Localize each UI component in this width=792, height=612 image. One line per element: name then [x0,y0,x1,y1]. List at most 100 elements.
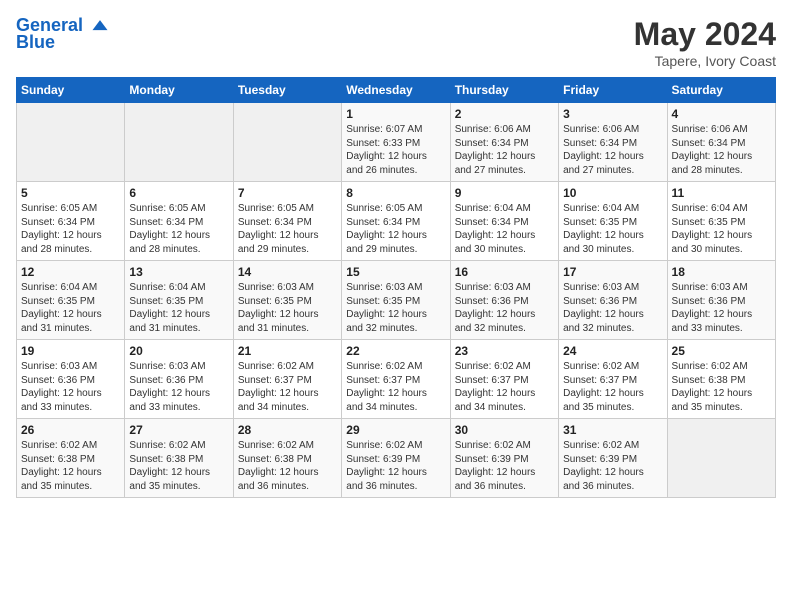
day-info: Sunrise: 6:03 AM Sunset: 6:36 PM Dayligh… [455,281,554,335]
day-number: 29 [346,423,445,437]
day-info: Sunrise: 6:05 AM Sunset: 6:34 PM Dayligh… [346,202,445,256]
day-info: Sunrise: 6:02 AM Sunset: 6:37 PM Dayligh… [563,360,662,414]
day-info: Sunrise: 6:07 AM Sunset: 6:33 PM Dayligh… [346,123,445,177]
day-info: Sunrise: 6:04 AM Sunset: 6:35 PM Dayligh… [129,281,228,335]
calendar-cell: 22 Sunrise: 6:02 AM Sunset: 6:37 PM Dayli… [342,340,450,419]
day-number: 30 [455,423,554,437]
calendar-week-4: 19 Sunrise: 6:03 AM Sunset: 6:36 PM Dayli… [17,340,776,419]
calendar-cell: 23Sunrise: 6:02 AM Sunset: 6:37 PM Dayli… [450,340,558,419]
day-number: 7 [238,186,337,200]
day-info: Sunrise: 6:02 AM Sunset: 6:37 PM Dayligh… [346,360,445,414]
day-number: 19 [21,344,120,358]
day-number: 2 [455,107,554,121]
calendar-cell: 31 Sunrise: 6:02 AM Sunset: 6:39 PM Dayli… [559,419,667,498]
day-info: Sunrise: 6:02 AM Sunset: 6:38 PM Dayligh… [672,360,771,414]
day-info: Sunrise: 6:06 AM Sunset: 6:34 PM Dayligh… [455,123,554,177]
day-number: 16 [455,265,554,279]
weekday-header-thursday: Thursday [450,78,558,103]
day-number: 22 [346,344,445,358]
day-info: Sunrise: 6:03 AM Sunset: 6:36 PM Dayligh… [21,360,120,414]
day-number: 8 [346,186,445,200]
day-number: 20 [129,344,228,358]
day-number: 11 [672,186,771,200]
title-block: May 2024 Tapere, Ivory Coast [634,16,776,69]
calendar-week-1: 1Sunrise: 6:07 AM Sunset: 6:33 PM Daylig… [17,103,776,182]
day-number: 4 [672,107,771,121]
day-info: Sunrise: 6:02 AM Sunset: 6:39 PM Dayligh… [563,439,662,493]
day-info: Sunrise: 6:04 AM Sunset: 6:35 PM Dayligh… [21,281,120,335]
calendar-cell: 18 Sunrise: 6:03 AM Sunset: 6:36 PM Dayli… [667,261,775,340]
day-info: Sunrise: 6:02 AM Sunset: 6:39 PM Dayligh… [346,439,445,493]
day-info: Sunrise: 6:02 AM Sunset: 6:38 PM Dayligh… [129,439,228,493]
logo: General Blue [16,16,110,53]
day-number: 17 [563,265,662,279]
calendar-week-2: 5Sunrise: 6:05 AM Sunset: 6:34 PM Daylig… [17,182,776,261]
calendar-cell: 7 Sunrise: 6:05 AM Sunset: 6:34 PM Daylig… [233,182,341,261]
day-number: 18 [672,265,771,279]
calendar-cell: 9 Sunrise: 6:04 AM Sunset: 6:34 PM Daylig… [450,182,558,261]
day-info: Sunrise: 6:02 AM Sunset: 6:38 PM Dayligh… [21,439,120,493]
weekday-header-wednesday: Wednesday [342,78,450,103]
day-info: Sunrise: 6:02 AM Sunset: 6:38 PM Dayligh… [238,439,337,493]
calendar-cell: 27 Sunrise: 6:02 AM Sunset: 6:38 PM Dayli… [125,419,233,498]
day-number: 14 [238,265,337,279]
day-number: 24 [563,344,662,358]
day-info: Sunrise: 6:03 AM Sunset: 6:36 PM Dayligh… [129,360,228,414]
day-info: Sunrise: 6:06 AM Sunset: 6:34 PM Dayligh… [563,123,662,177]
calendar-cell: 17 Sunrise: 6:03 AM Sunset: 6:36 PM Dayli… [559,261,667,340]
calendar-cell: 19 Sunrise: 6:03 AM Sunset: 6:36 PM Dayli… [17,340,125,419]
day-info: Sunrise: 6:04 AM Sunset: 6:35 PM Dayligh… [672,202,771,256]
day-info: Sunrise: 6:03 AM Sunset: 6:36 PM Dayligh… [563,281,662,335]
calendar-cell: 30Sunrise: 6:02 AM Sunset: 6:39 PM Dayli… [450,419,558,498]
day-number: 27 [129,423,228,437]
calendar-cell: 2 Sunrise: 6:06 AM Sunset: 6:34 PM Daylig… [450,103,558,182]
day-number: 9 [455,186,554,200]
calendar-cell: 10Sunrise: 6:04 AM Sunset: 6:35 PM Dayli… [559,182,667,261]
weekday-header-tuesday: Tuesday [233,78,341,103]
calendar-cell: 21Sunrise: 6:02 AM Sunset: 6:37 PM Dayli… [233,340,341,419]
location: Tapere, Ivory Coast [634,53,776,69]
calendar-cell: 26 Sunrise: 6:02 AM Sunset: 6:38 PM Dayli… [17,419,125,498]
day-number: 3 [563,107,662,121]
calendar-cell: 12 Sunrise: 6:04 AM Sunset: 6:35 PM Dayli… [17,261,125,340]
day-info: Sunrise: 6:03 AM Sunset: 6:35 PM Dayligh… [346,281,445,335]
weekday-header-monday: Monday [125,78,233,103]
day-info: Sunrise: 6:05 AM Sunset: 6:34 PM Dayligh… [129,202,228,256]
day-number: 6 [129,186,228,200]
month-year: May 2024 [634,16,776,53]
calendar-cell [17,103,125,182]
calendar-cell: 8 Sunrise: 6:05 AM Sunset: 6:34 PM Daylig… [342,182,450,261]
day-number: 13 [129,265,228,279]
calendar-cell: 5Sunrise: 6:05 AM Sunset: 6:34 PM Daylig… [17,182,125,261]
calendar-cell: 4 Sunrise: 6:06 AM Sunset: 6:34 PM Daylig… [667,103,775,182]
day-number: 31 [563,423,662,437]
day-number: 12 [21,265,120,279]
day-info: Sunrise: 6:03 AM Sunset: 6:36 PM Dayligh… [672,281,771,335]
calendar-cell: 16 Sunrise: 6:03 AM Sunset: 6:36 PM Dayli… [450,261,558,340]
day-info: Sunrise: 6:05 AM Sunset: 6:34 PM Dayligh… [21,202,120,256]
calendar-cell: 6 Sunrise: 6:05 AM Sunset: 6:34 PM Daylig… [125,182,233,261]
calendar-cell: 29 Sunrise: 6:02 AM Sunset: 6:39 PM Dayli… [342,419,450,498]
calendar-cell: 1Sunrise: 6:07 AM Sunset: 6:33 PM Daylig… [342,103,450,182]
weekday-header-friday: Friday [559,78,667,103]
day-number: 25 [672,344,771,358]
day-number: 26 [21,423,120,437]
calendar-cell: 11 Sunrise: 6:04 AM Sunset: 6:35 PM Dayli… [667,182,775,261]
calendar-cell: 20 Sunrise: 6:03 AM Sunset: 6:36 PM Dayli… [125,340,233,419]
weekday-header-sunday: Sunday [17,78,125,103]
day-info: Sunrise: 6:04 AM Sunset: 6:34 PM Dayligh… [455,202,554,256]
calendar-week-3: 12 Sunrise: 6:04 AM Sunset: 6:35 PM Dayli… [17,261,776,340]
day-info: Sunrise: 6:03 AM Sunset: 6:35 PM Dayligh… [238,281,337,335]
day-number: 15 [346,265,445,279]
calendar-cell: 3 Sunrise: 6:06 AM Sunset: 6:34 PM Daylig… [559,103,667,182]
day-info: Sunrise: 6:02 AM Sunset: 6:37 PM Dayligh… [238,360,337,414]
day-number: 28 [238,423,337,437]
calendar-cell: 24 Sunrise: 6:02 AM Sunset: 6:37 PM Dayli… [559,340,667,419]
calendar-cell: 25 Sunrise: 6:02 AM Sunset: 6:38 PM Dayli… [667,340,775,419]
calendar-cell: 15 Sunrise: 6:03 AM Sunset: 6:35 PM Dayli… [342,261,450,340]
day-info: Sunrise: 6:05 AM Sunset: 6:34 PM Dayligh… [238,202,337,256]
calendar-cell [125,103,233,182]
calendar-cell: 13 Sunrise: 6:04 AM Sunset: 6:35 PM Dayli… [125,261,233,340]
day-info: Sunrise: 6:06 AM Sunset: 6:34 PM Dayligh… [672,123,771,177]
calendar-cell [233,103,341,182]
